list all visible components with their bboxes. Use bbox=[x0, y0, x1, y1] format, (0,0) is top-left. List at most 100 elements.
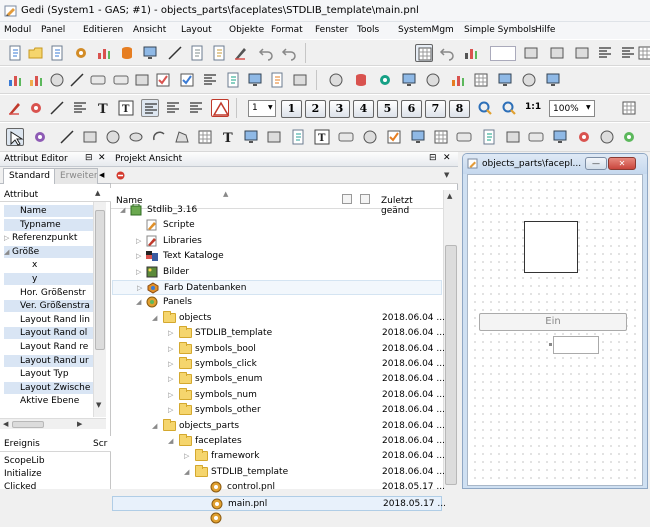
document-tool-icon[interactable] bbox=[289, 128, 307, 146]
attribute-row[interactable]: Layout Rand re bbox=[4, 341, 96, 353]
redo-icon[interactable] bbox=[280, 44, 298, 62]
tree-row[interactable]: ▷ framework 2018.06.04 ... bbox=[112, 449, 445, 464]
close-button[interactable]: ✕ bbox=[608, 157, 636, 170]
new-panel-icon[interactable] bbox=[6, 44, 24, 62]
attribute-row[interactable]: Layout Zwische bbox=[4, 381, 96, 394]
attribute-row[interactable]: ▷ Referenzpunkt bbox=[4, 232, 96, 244]
same-size-icon[interactable] bbox=[619, 44, 637, 62]
slider-icon[interactable] bbox=[89, 71, 107, 89]
toggle-icon[interactable] bbox=[520, 71, 538, 89]
tree-row[interactable]: ▷ STDLIB_template 2018.06.04 ... bbox=[112, 326, 445, 341]
collapse-icon[interactable]: ◢ bbox=[120, 206, 125, 214]
table-icon[interactable] bbox=[224, 71, 242, 89]
object-icon[interactable] bbox=[72, 44, 90, 62]
clipboard-icon[interactable] bbox=[268, 71, 286, 89]
align-right-icon[interactable] bbox=[548, 44, 566, 62]
chevron-down-icon[interactable]: ▼ bbox=[444, 171, 449, 179]
align-left-icon[interactable] bbox=[522, 44, 540, 62]
rectangle-shape[interactable] bbox=[524, 221, 578, 273]
attribute-row[interactable]: ◢ Größe bbox=[4, 245, 96, 258]
textfield-tool-icon[interactable] bbox=[409, 128, 427, 146]
attribute-row[interactable]: Layout Typ bbox=[4, 368, 96, 380]
tree-row[interactable]: ◢ objects 2018.06.04 ... bbox=[112, 310, 445, 326]
tab-tool-icon[interactable] bbox=[527, 128, 545, 146]
screen-icon[interactable] bbox=[400, 71, 418, 89]
paste-icon[interactable] bbox=[210, 44, 228, 62]
attribute-hscrollbar[interactable]: ◀ ▶ bbox=[0, 418, 106, 429]
tree-row[interactable]: Scripte bbox=[112, 218, 442, 233]
collapse-icon[interactable]: ◢ bbox=[152, 422, 157, 430]
tab-erweitert[interactable]: Erweitert bbox=[54, 168, 98, 184]
tree-row[interactable]: ◢ STDLIB_template 2018.06.04 ... bbox=[112, 464, 445, 480]
menu-item-objekte[interactable]: Objekte bbox=[229, 25, 264, 35]
menu-item-fenster[interactable]: Fenster bbox=[315, 25, 348, 35]
scrollbar-thumb[interactable] bbox=[445, 245, 457, 485]
trend-icon[interactable] bbox=[6, 71, 24, 89]
panel-canvas[interactable]: Ein bbox=[467, 174, 643, 486]
attribute-row[interactable]: y bbox=[4, 273, 96, 285]
rectangle-tool-icon[interactable] bbox=[81, 128, 99, 146]
draw-icon[interactable] bbox=[6, 99, 24, 117]
minimize-button[interactable]: — bbox=[585, 157, 607, 170]
close-icon[interactable]: ✕ bbox=[98, 153, 106, 163]
layer-button-7[interactable]: 7 bbox=[425, 100, 446, 118]
attribute-row[interactable]: Name bbox=[4, 205, 96, 217]
property-icon[interactable] bbox=[31, 128, 49, 146]
checkbox-tool-icon[interactable] bbox=[385, 128, 403, 146]
histogram-icon[interactable] bbox=[462, 44, 480, 62]
tree-row[interactable]: ▷ Bilder bbox=[112, 265, 442, 280]
color-db-icon[interactable] bbox=[352, 71, 370, 89]
attribute-row[interactable]: Hor. Größenstr bbox=[4, 287, 96, 299]
menu-item-panel[interactable]: Panel bbox=[41, 25, 65, 35]
expand-icon[interactable]: ▷ bbox=[136, 252, 141, 260]
menu-item-format[interactable]: Format bbox=[271, 25, 303, 35]
menu-item-systemmgm[interactable]: SystemMgm bbox=[398, 25, 454, 35]
align-left-icon[interactable] bbox=[141, 99, 159, 117]
polygon-tool-icon[interactable] bbox=[173, 128, 191, 146]
copy-icon[interactable] bbox=[188, 44, 206, 62]
attribute-row[interactable]: x bbox=[4, 259, 96, 271]
dp-icon[interactable] bbox=[291, 71, 309, 89]
attribute-row[interactable]: Layout Rand lin bbox=[4, 314, 96, 326]
distribute-icon[interactable] bbox=[596, 44, 614, 62]
expand-icon[interactable]: ▷ bbox=[4, 234, 9, 242]
layer-button-3[interactable]: 3 bbox=[329, 100, 350, 118]
expand-icon[interactable]: ▷ bbox=[168, 391, 173, 399]
circle-tool-icon[interactable] bbox=[104, 128, 122, 146]
brush-icon[interactable] bbox=[27, 99, 45, 117]
expand-icon[interactable]: ▷ bbox=[168, 406, 173, 414]
tree-row[interactable]: ▷ Libraries bbox=[112, 234, 442, 249]
attribute-row[interactable]: Aktive Ebene bbox=[4, 395, 96, 407]
expand-icon[interactable]: ▷ bbox=[136, 268, 141, 276]
menu-item-ansicht[interactable]: Ansicht bbox=[133, 25, 166, 35]
textfield-icon[interactable]: T bbox=[117, 99, 135, 117]
save-icon[interactable] bbox=[48, 44, 66, 62]
zoom-out-icon[interactable] bbox=[500, 99, 518, 117]
web-icon[interactable] bbox=[327, 71, 345, 89]
collapse-icon[interactable]: ◢ bbox=[168, 437, 173, 445]
combo-tool-icon[interactable] bbox=[455, 128, 473, 146]
spin-tool-icon[interactable] bbox=[480, 128, 498, 146]
tree-row[interactable]: main.pnl 2018.05.17 ... bbox=[112, 495, 446, 511]
layer-button-5[interactable]: 5 bbox=[377, 100, 398, 118]
collapse-icon[interactable]: ◢ bbox=[152, 314, 157, 322]
radio-tool-icon[interactable] bbox=[361, 128, 379, 146]
collapse-icon[interactable]: ◢ bbox=[136, 298, 141, 306]
tree-row[interactable]: ◢ objects_parts 2018.06.04 ... bbox=[112, 418, 445, 434]
menu-item-modul[interactable]: Modul bbox=[4, 25, 31, 35]
tab-standard[interactable]: Standard bbox=[3, 168, 56, 184]
tree-row[interactable]: ◢ Panels bbox=[112, 295, 442, 310]
scroll-up-icon[interactable]: ▲ bbox=[95, 189, 100, 197]
event-clicked[interactable]: Clicked bbox=[4, 482, 36, 492]
tree-row[interactable]: ▷ symbols_click 2018.06.04 ... bbox=[112, 357, 445, 372]
expand-icon[interactable]: ▷ bbox=[137, 284, 142, 292]
menu-item-hilfe[interactable]: Hilfe bbox=[535, 25, 555, 35]
scroll-up-icon[interactable]: ▲ bbox=[447, 192, 452, 200]
expand-icon[interactable]: ▷ bbox=[184, 452, 189, 460]
zoom-in-icon[interactable] bbox=[476, 99, 494, 117]
bar-tool-icon[interactable] bbox=[575, 128, 593, 146]
align-top-icon[interactable] bbox=[573, 44, 591, 62]
scroll-left-icon[interactable]: ◀ bbox=[3, 420, 8, 428]
open-icon[interactable] bbox=[27, 44, 45, 62]
tree-row[interactable] bbox=[112, 511, 442, 526]
